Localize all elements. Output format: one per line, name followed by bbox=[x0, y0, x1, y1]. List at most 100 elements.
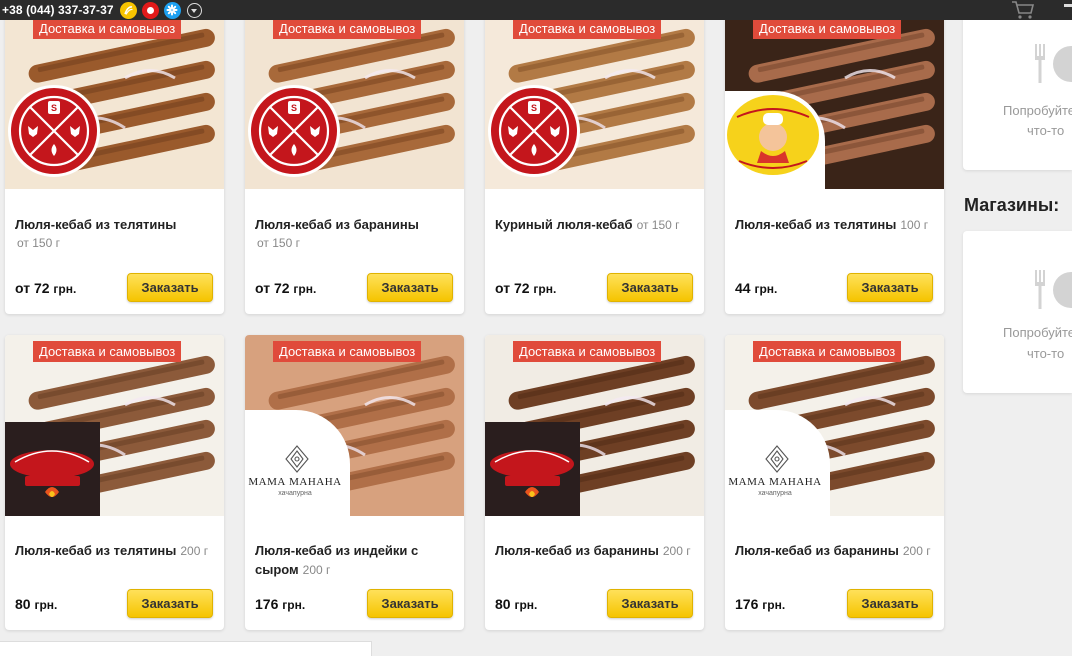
delivery-badge: Доставка и самовывоз bbox=[273, 18, 422, 39]
product-name[interactable]: Люля-кебаб из индейки с сыром bbox=[255, 543, 418, 577]
product-name[interactable]: Куриный люля-кебаб bbox=[495, 217, 633, 232]
product-card[interactable]: Доставка и самовывоз Люля-кебаб из баран… bbox=[485, 335, 704, 630]
product-name[interactable]: Люля-кебаб из баранины bbox=[735, 543, 899, 558]
product-weight: 200 г bbox=[902, 544, 931, 558]
product-image[interactable]: S Доставка и самовывоз bbox=[5, 8, 224, 189]
delivery-badge: Доставка и самовывоз bbox=[273, 341, 422, 362]
product-price: 176 грн. bbox=[735, 596, 785, 612]
product-image[interactable]: S Доставка и самовывоз bbox=[485, 8, 704, 189]
price-value: от 72 bbox=[495, 280, 530, 296]
price-currency: грн. bbox=[514, 598, 538, 612]
product-weight: от 150 г bbox=[636, 218, 680, 232]
shops-empty-text-1: Попробуйте bbox=[1003, 325, 1072, 340]
order-button[interactable]: Заказать bbox=[607, 589, 693, 618]
chef-cartoon-logo bbox=[725, 91, 825, 189]
delivery-badge: Доставка и самовывоз bbox=[33, 341, 182, 362]
product-weight: 100 г bbox=[900, 218, 929, 232]
product-card[interactable]: S Доставка и самовывоз Люля-кебаб из тел… bbox=[5, 0, 224, 314]
product-card[interactable]: S Доставка и самовывоз Куриный люля-кеба… bbox=[485, 0, 704, 314]
product-weight: от 150 г bbox=[257, 236, 300, 250]
product-weight: 200 г bbox=[180, 544, 209, 558]
svg-text:S: S bbox=[291, 103, 297, 113]
product-image[interactable]: S Доставка и самовывоз bbox=[245, 8, 464, 189]
price-currency: грн. bbox=[762, 598, 786, 612]
mama-manana-sub: хачапурна bbox=[278, 490, 312, 497]
product-name[interactable]: Люля-кебаб из телятины bbox=[735, 217, 896, 232]
mama-manana-logo: МАМА МАНАНА хачапурна bbox=[725, 410, 830, 516]
sidebar-empty-box: Попробуйте что-то bbox=[963, 0, 1072, 170]
product-title[interactable]: Куриный люля-кебаб от 150 г bbox=[495, 215, 695, 235]
price-currency: грн. bbox=[53, 282, 77, 296]
order-button[interactable]: Заказать bbox=[127, 589, 213, 618]
product-title[interactable]: Люля-кебаб из баранины 200 г bbox=[735, 541, 935, 561]
order-button[interactable]: Заказать bbox=[607, 273, 693, 302]
mama-manana-sub: хачапурна bbox=[758, 490, 792, 497]
mama-manana-name: МАМА МАНАНА bbox=[248, 476, 342, 488]
sidebar-empty-text-2: что-то bbox=[1027, 123, 1065, 138]
cart-icon[interactable] bbox=[1011, 0, 1035, 23]
price-currency: грн. bbox=[282, 598, 306, 612]
price-value: 80 bbox=[15, 596, 31, 612]
product-price: от 72 грн. bbox=[255, 280, 316, 296]
product-price: от 72 грн. bbox=[15, 280, 76, 296]
product-title[interactable]: Люля-кебаб из телятины от 150 г bbox=[15, 215, 215, 253]
product-price: от 72 грн. bbox=[495, 280, 556, 296]
product-title[interactable]: Люля-кебаб из баранины 200 г bbox=[495, 541, 695, 561]
phone-dropdown-icon[interactable] bbox=[186, 2, 202, 18]
product-image[interactable]: Доставка и самовывоз bbox=[485, 335, 704, 516]
product-image[interactable]: Доставка и самовывоз bbox=[5, 335, 224, 516]
product-title[interactable]: Люля-кебаб из телятины 100 г bbox=[735, 215, 935, 235]
order-button[interactable]: Заказать bbox=[367, 273, 453, 302]
product-weight: от 150 г bbox=[17, 236, 60, 250]
product-name[interactable]: Люля-кебаб из баранины bbox=[255, 217, 419, 232]
product-name[interactable]: Люля-кебаб из баранины bbox=[495, 543, 659, 558]
product-weight: 200 г bbox=[662, 544, 691, 558]
product-name[interactable]: Люля-кебаб из телятины bbox=[15, 217, 176, 232]
mama-manana-logo: МАМА МАНАНА хачапурна bbox=[245, 410, 350, 516]
product-card[interactable]: Доставка и самовывоз Люля-кебаб из телят… bbox=[5, 335, 224, 630]
price-currency: грн. bbox=[754, 282, 778, 296]
product-image[interactable]: МАМА МАНАНА хачапурна Доставка и самовыв… bbox=[725, 335, 944, 516]
delivery-badge: Доставка и самовывоз bbox=[753, 341, 902, 362]
product-image[interactable]: МАМА МАНАНА хачапурна Доставка и самовыв… bbox=[245, 335, 464, 516]
shops-empty-box: Попробуйте что-то bbox=[963, 231, 1072, 393]
delivery-badge: Доставка и самовывоз bbox=[513, 341, 662, 362]
product-title[interactable]: Люля-кебаб из индейки с сыром 200 г bbox=[255, 541, 455, 580]
product-price: 80 грн. bbox=[495, 596, 537, 612]
price-currency: грн. bbox=[34, 598, 58, 612]
vodafone-icon[interactable] bbox=[141, 1, 159, 19]
product-price: 44 грн. bbox=[735, 280, 777, 296]
product-name[interactable]: Люля-кебаб из телятины bbox=[15, 543, 176, 558]
bottom-scroll-strip bbox=[0, 641, 372, 656]
price-value: 80 bbox=[495, 596, 511, 612]
svg-text:S: S bbox=[531, 103, 537, 113]
product-weight: 200 г bbox=[302, 563, 331, 577]
product-card[interactable]: S Доставка и самовывоз Люля-кебаб из бар… bbox=[245, 0, 464, 314]
product-price: 80 грн. bbox=[15, 596, 57, 612]
shops-heading: Магазины: bbox=[964, 195, 1060, 215]
sidebar-empty-text-1: Попробуйте bbox=[1003, 103, 1072, 118]
order-button[interactable]: Заказать bbox=[847, 273, 933, 302]
price-currency: грн. bbox=[533, 282, 557, 296]
price-value: от 72 bbox=[15, 280, 50, 296]
dostavka-vkusa-logo bbox=[5, 422, 100, 516]
product-card[interactable]: Доставка и самовывоз Люля-кебаб из телят… bbox=[725, 0, 944, 314]
kyivstar-icon[interactable] bbox=[163, 1, 181, 19]
price-value: 44 bbox=[735, 280, 751, 296]
svg-text:S: S bbox=[51, 103, 57, 113]
product-title[interactable]: Люля-кебаб из телятины 200 г bbox=[15, 541, 215, 561]
order-button[interactable]: Заказать bbox=[127, 273, 213, 302]
order-button[interactable]: Заказать bbox=[367, 589, 453, 618]
order-button[interactable]: Заказать bbox=[847, 589, 933, 618]
product-card[interactable]: МАМА МАНАНА хачапурна Доставка и самовыв… bbox=[245, 335, 464, 630]
price-value: 176 bbox=[735, 596, 759, 612]
delivery-badge: Доставка и самовывоз bbox=[753, 18, 902, 39]
lifecell-icon[interactable] bbox=[119, 1, 137, 19]
product-image[interactable]: Доставка и самовывоз bbox=[725, 8, 944, 189]
product-title[interactable]: Люля-кебаб из баранины от 150 г bbox=[255, 215, 455, 253]
delivery-badge: Доставка и самовывоз bbox=[513, 18, 662, 39]
restaurant-s-logo: S bbox=[8, 85, 100, 177]
fork-plate-icon bbox=[1035, 44, 1072, 83]
product-card[interactable]: МАМА МАНАНА хачапурна Доставка и самовыв… bbox=[725, 335, 944, 630]
phone-number[interactable]: +38 (044) 337-37-37 bbox=[2, 3, 114, 17]
